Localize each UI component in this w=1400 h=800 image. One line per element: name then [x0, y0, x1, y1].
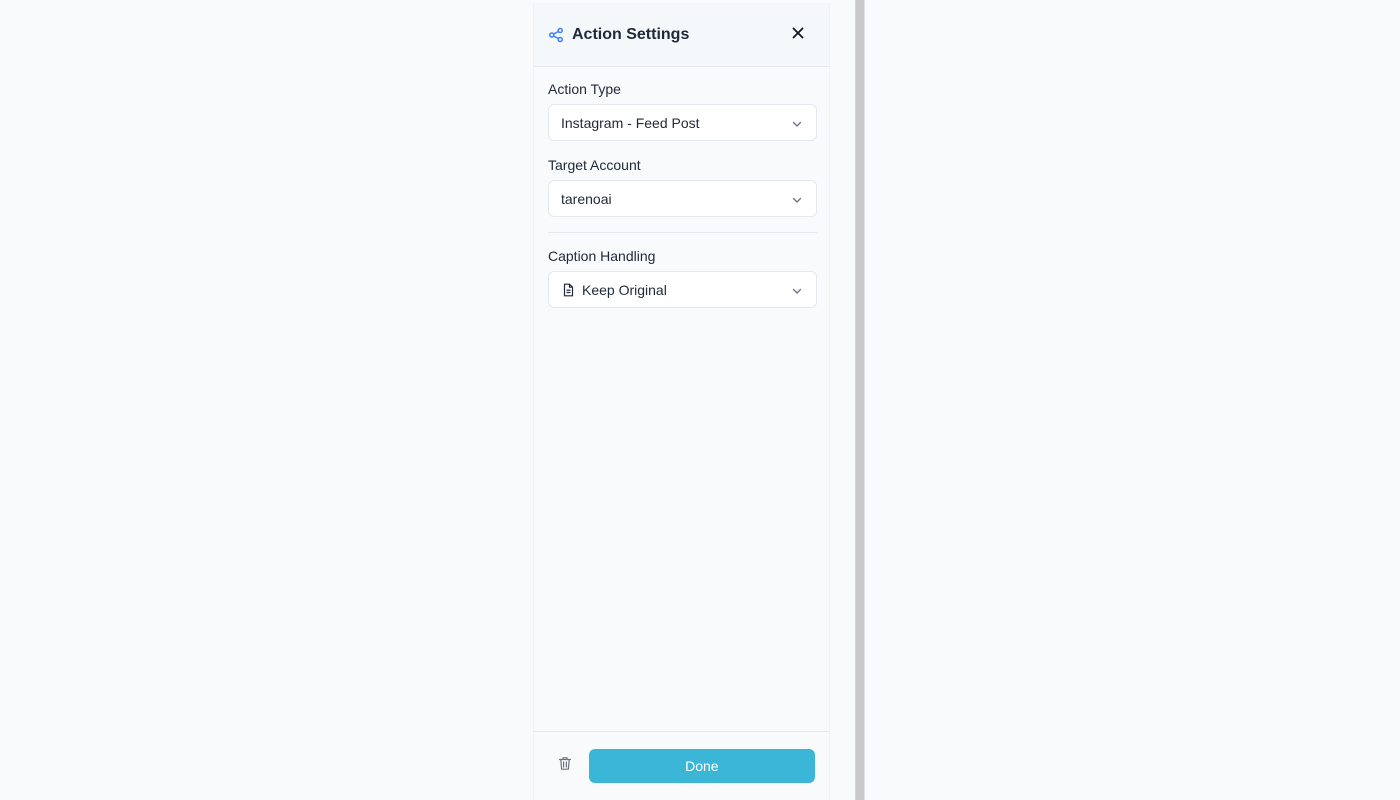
panel-body: Action Type Instagram - Feed Post Target…	[534, 67, 829, 731]
caption-handling-label: Caption Handling	[548, 248, 656, 264]
chevron-down-icon	[791, 118, 803, 130]
caption-handling-value: Keep Original	[582, 281, 667, 298]
target-account-label: Target Account	[548, 157, 641, 173]
panel-footer: Done	[534, 731, 829, 800]
caption-handling-field: Caption Handling Keep Original	[548, 247, 817, 308]
panel-header: Action Settings	[534, 3, 829, 67]
action-settings-panel: Action Settings Action Type Instagram - …	[533, 3, 830, 800]
share-nodes-icon	[548, 27, 564, 43]
close-button[interactable]	[788, 25, 808, 45]
close-icon	[791, 26, 805, 45]
target-account-value: tarenoai	[561, 190, 612, 207]
panel-title: Action Settings	[572, 25, 690, 43]
target-account-select[interactable]: tarenoai	[548, 180, 817, 217]
pane-resize-handle[interactable]	[855, 0, 864, 800]
action-type-label: Action Type	[548, 81, 621, 97]
done-button[interactable]: Done	[588, 749, 815, 783]
trash-icon	[558, 756, 572, 776]
caption-handling-select[interactable]: Keep Original	[548, 271, 817, 308]
chevron-down-icon	[791, 194, 803, 206]
right-pane	[864, 0, 1400, 800]
action-type-field: Action Type Instagram - Feed Post	[548, 80, 817, 141]
section-divider	[548, 232, 817, 233]
target-account-field: Target Account tarenoai	[548, 156, 817, 217]
document-icon	[561, 283, 575, 297]
action-type-select[interactable]: Instagram - Feed Post	[548, 104, 817, 141]
app-canvas: Action Settings Action Type Instagram - …	[0, 0, 1400, 800]
action-type-value: Instagram - Feed Post	[561, 114, 700, 131]
delete-button[interactable]	[548, 749, 582, 783]
chevron-down-icon	[791, 285, 803, 297]
